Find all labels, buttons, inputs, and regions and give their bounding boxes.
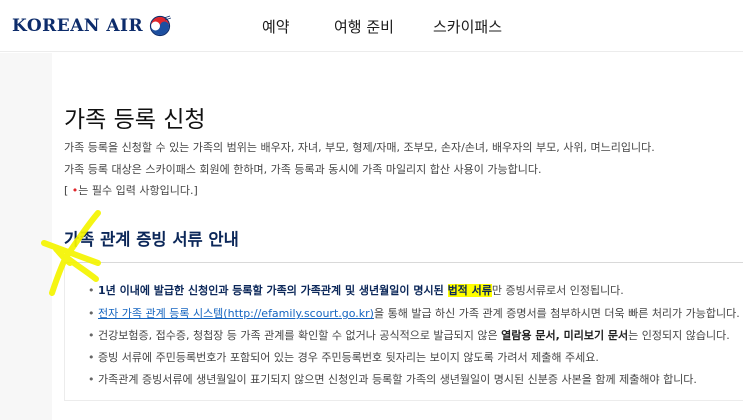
list-item: • 건강보험증, 접수증, 청첩장 등 가족 관계를 확인할 수 없거나 공식적으… [88,329,730,342]
page-title: 가족 등록 신청 [64,107,206,133]
nav-item-reservation[interactable]: 예약 [262,16,290,37]
korean-air-logo[interactable]: KOREAN AIR [12,15,172,37]
site-header: KOREAN AIR 예약 여행 준비 스카이패스 [0,0,743,52]
description-eligibility: 가족 등록 대상은 스카이패스 회원에 한하며, 가족 등록과 동시에 가족 마… [64,163,542,176]
section-title: 가족 관계 증빙 서류 안내 [64,230,239,249]
description-family-scope: 가족 등록을 신청할 수 있는 가족의 범위는 배우자, 자녀, 부모, 형제/… [64,141,655,154]
required-field-note: [ •는 필수 입력 사항입니다.] [64,184,198,197]
highlighted-text: 법적 서류 [447,284,492,297]
nav-item-travel-prep[interactable]: 여행 준비 [334,16,394,37]
taeguk-logo-icon [150,15,172,37]
efamily-link[interactable]: 전자 가족 관계 등록 시스템(http://efamily.scourt.go… [98,307,374,320]
list-item: • 증빙 서류에 주민등록번호가 포함되어 있는 경우 주민등록번호 뒷자리는 보… [88,351,599,364]
list-item: • 1년 이내에 발급한 신청인과 등록할 가족의 가족관계 및 생년월일이 명시… [88,284,624,297]
list-item: • 전자 가족 관계 등록 시스템(http://efamily.scourt.g… [88,307,740,320]
nav-item-skypass[interactable]: 스카이패스 [433,16,502,37]
logo-text: KOREAN AIR [12,16,144,36]
list-item: • 가족관계 증빙서류에 생년월일이 표기되지 않으면 신청인과 등록할 가족의 … [88,373,697,386]
